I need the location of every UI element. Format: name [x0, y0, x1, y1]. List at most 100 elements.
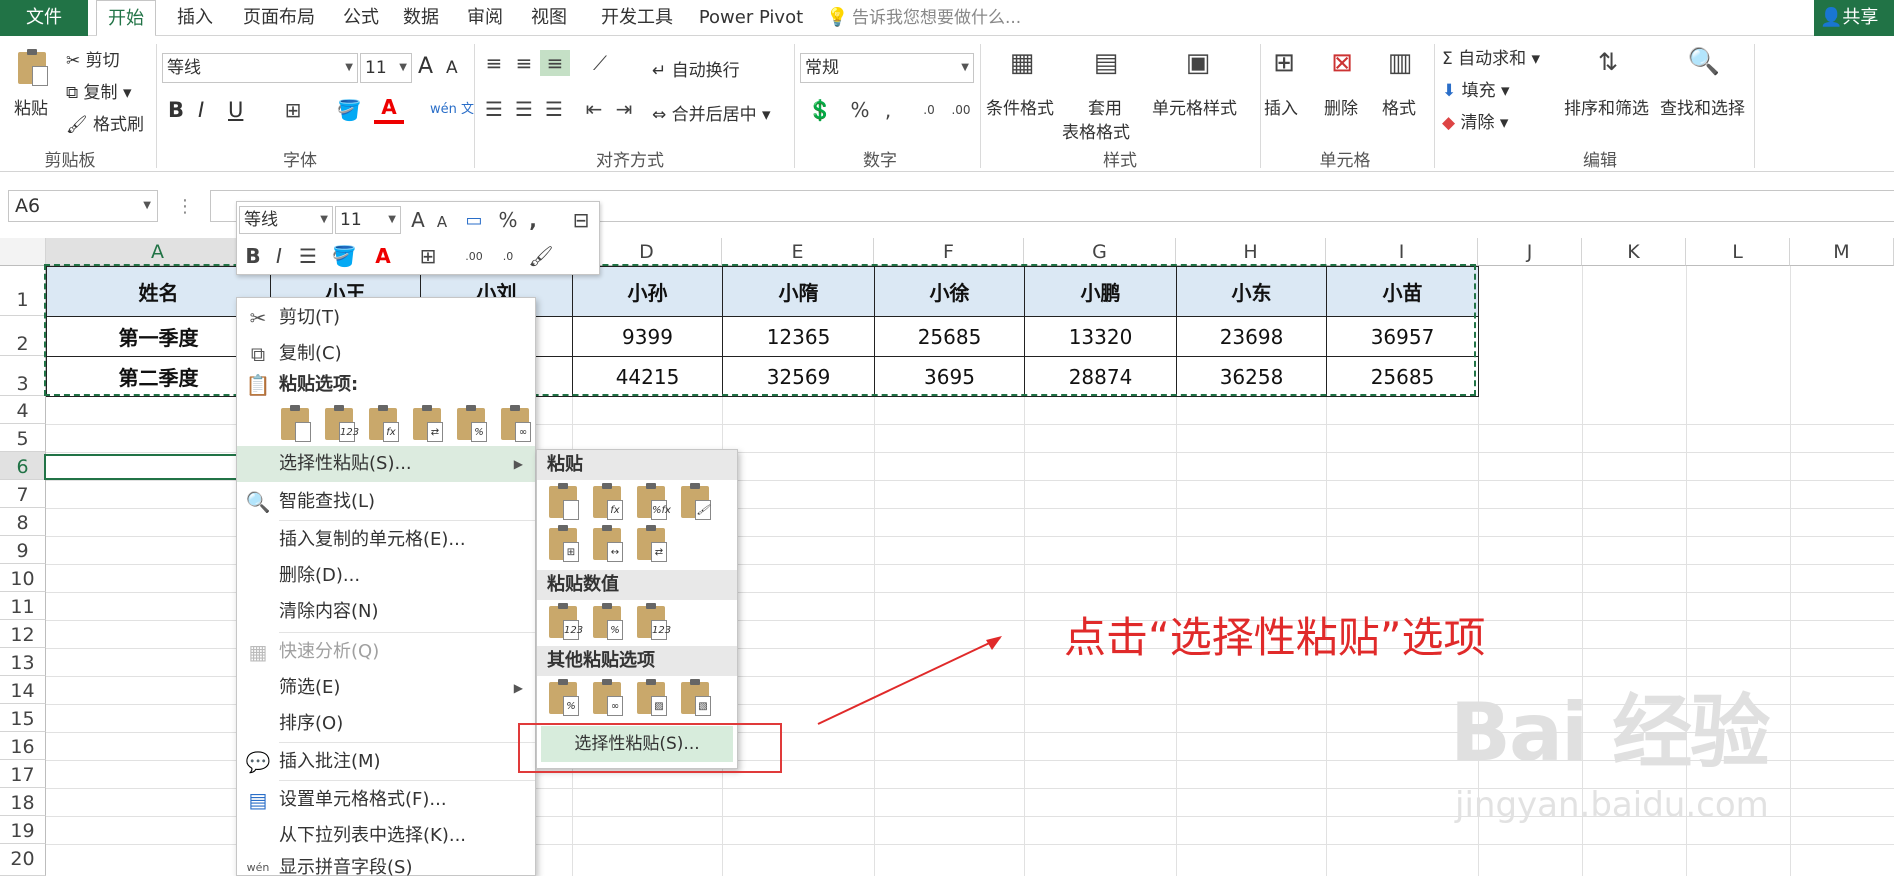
row-header[interactable]: 8 — [0, 508, 46, 536]
grow-font-icon[interactable]: A — [405, 206, 431, 234]
select-all-corner[interactable] — [0, 238, 46, 266]
menu-item-insert-copied[interactable]: 插入复制的单元格(E)... — [237, 522, 535, 558]
column-header[interactable]: L — [1686, 238, 1790, 266]
align-left-icon[interactable]: ☰ — [480, 96, 508, 122]
percent-icon[interactable]: % — [846, 96, 874, 124]
copy-button[interactable]: ⧉ 复制 ▾ — [66, 78, 131, 103]
comma-icon[interactable]: , — [523, 206, 543, 234]
align-right-icon[interactable]: ☰ — [540, 96, 568, 122]
align-bottom-icon[interactable]: ≡ — [540, 50, 570, 76]
align-middle-icon[interactable]: ≡ — [510, 50, 538, 76]
paste-transpose-icon[interactable]: ⇄ — [635, 525, 667, 562]
menu-item-sort[interactable]: 排序(O) — [237, 706, 535, 742]
fill-color-icon[interactable]: 🪣 — [329, 242, 359, 270]
row-header[interactable]: 1 — [0, 266, 46, 316]
menu-item-quick-analysis[interactable]: ▦ 快速分析(Q) — [237, 634, 535, 670]
active-cell[interactable] — [44, 454, 240, 480]
menu-item-pick-list[interactable]: 从下拉列表中选择(K)... — [237, 818, 535, 854]
autosum-button[interactable]: Σ 自动求和 ▾ — [1442, 44, 1540, 69]
paste-linked-picture-icon[interactable]: ▧ — [679, 679, 711, 716]
borders-icon[interactable]: ⊞ — [276, 96, 310, 124]
paste-values-icon[interactable]: 123 — [547, 603, 583, 640]
conditional-format-button[interactable]: 条件格式 — [986, 94, 1054, 119]
menu-item-phonetic[interactable]: wén 显示拼音字段(S) — [237, 850, 535, 876]
italic-button[interactable]: I — [198, 98, 204, 122]
insert-cells-button[interactable]: 插入 — [1264, 94, 1298, 119]
tab-home[interactable]: 开始 — [96, 0, 156, 37]
paste-link-icon[interactable]: ∞ — [499, 405, 531, 442]
format-cells-icon[interactable]: ▥ — [1378, 42, 1422, 84]
cell-styles-button[interactable]: 单元格样式 — [1152, 94, 1237, 119]
clear-button[interactable]: ◆ 清除 ▾ — [1442, 108, 1508, 133]
find-select-icon[interactable]: 🔍 — [1682, 40, 1726, 84]
row-header[interactable]: 16 — [0, 732, 46, 760]
paste-icon[interactable] — [279, 405, 311, 442]
bold-icon[interactable]: B — [241, 242, 265, 270]
menu-item-delete[interactable]: 删除(D)... — [237, 558, 535, 594]
increase-indent-icon[interactable]: ⇥ — [610, 96, 638, 122]
font-name-combo[interactable]: 等线 ▼ — [162, 53, 358, 83]
row-header[interactable]: 20 — [0, 844, 46, 876]
align-center-icon[interactable]: ☰ — [510, 96, 538, 122]
increase-decimal-icon[interactable]: .0 — [914, 96, 944, 124]
font-color-icon[interactable]: A — [374, 94, 404, 124]
paste-no-borders-icon[interactable]: ⊞ — [547, 525, 579, 562]
row-header[interactable]: 18 — [0, 788, 46, 816]
row-header[interactable]: 4 — [0, 396, 46, 424]
row-header[interactable]: 3 — [0, 356, 46, 396]
paste-button[interactable]: 粘贴 — [14, 94, 48, 119]
mini-size-combo[interactable]: 11 ▼ — [335, 206, 401, 234]
tab-power-pivot[interactable]: Power Pivot — [696, 0, 806, 36]
number-format-combo[interactable]: 常规 ▼ — [800, 53, 974, 83]
menu-item-smart-lookup[interactable]: 🔍 智能查找(L) — [237, 484, 535, 520]
paste-values-number-icon[interactable]: % — [591, 603, 623, 640]
column-header[interactable]: I — [1326, 238, 1478, 266]
format-cells-button[interactable]: 格式 — [1382, 94, 1416, 119]
decrease-decimal-icon[interactable]: .00 — [946, 96, 976, 124]
paintbrush-icon[interactable]: 🖌 — [527, 242, 555, 270]
column-header[interactable]: J — [1478, 238, 1582, 266]
column-header[interactable]: E — [722, 238, 874, 266]
format-as-table-icon[interactable]: ▤ — [1084, 42, 1128, 84]
paste-formatting-icon[interactable]: % — [455, 405, 487, 442]
column-header[interactable]: F — [874, 238, 1024, 266]
fill-color-icon[interactable]: 🪣 — [334, 96, 364, 124]
percent-icon[interactable]: % — [495, 206, 521, 234]
bold-button[interactable]: B — [168, 98, 184, 122]
merge-center-button[interactable]: ⇔ 合并后居中 ▾ — [652, 100, 771, 125]
menu-item-insert-comment[interactable]: 💬 插入批注(M) — [237, 744, 535, 780]
mini-font-combo[interactable]: 等线 ▼ — [239, 206, 333, 234]
comma-icon[interactable]: , — [876, 96, 900, 124]
paste-transpose-icon[interactable]: ⇄ — [411, 405, 443, 442]
format-painter-button[interactable]: 🖌 格式刷 — [66, 110, 144, 135]
row-header[interactable]: 5 — [0, 424, 46, 452]
column-header[interactable]: H — [1176, 238, 1326, 266]
increase-decimal-icon[interactable]: .00 — [459, 242, 489, 270]
underline-button[interactable]: U — [228, 98, 243, 122]
tab-developer[interactable]: 开发工具 — [592, 0, 682, 36]
font-size-combo[interactable]: 11 ▼ — [360, 53, 412, 83]
name-box[interactable]: A6 ▼ — [8, 190, 158, 222]
find-select-button[interactable]: 查找和选择 — [1660, 94, 1745, 119]
tab-formulas[interactable]: 公式 — [336, 0, 386, 36]
menu-item-filter[interactable]: 筛选(E) ▶ — [237, 670, 535, 706]
menu-item-clear[interactable]: 清除内容(N) — [237, 594, 535, 630]
row-header[interactable]: 15 — [0, 704, 46, 732]
paste-keep-source-icon[interactable]: 🖌 — [679, 483, 711, 520]
phonetic-button[interactable]: wén 文 — [430, 98, 474, 117]
italic-icon[interactable]: I — [267, 242, 291, 270]
shrink-font-icon[interactable]: A — [431, 208, 453, 236]
row-header[interactable]: 9 — [0, 536, 46, 564]
menu-item-cut[interactable]: ✂ 剪切(T) — [237, 300, 535, 336]
paste-formatting-icon[interactable]: % — [547, 679, 579, 716]
column-header[interactable]: M — [1790, 238, 1894, 266]
paste-col-width-icon[interactable]: ↔ — [591, 525, 623, 562]
paste-picture-icon[interactable]: ▨ — [635, 679, 667, 716]
paste-values-icon[interactable]: 123 — [323, 405, 359, 442]
format-as-table-button[interactable]: 套用 — [1088, 94, 1122, 119]
tab-review[interactable]: 审阅 — [460, 0, 510, 36]
column-header[interactable]: K — [1582, 238, 1686, 266]
orientation-icon[interactable]: ⟋ — [582, 50, 618, 76]
align-center-icon[interactable]: ☰ — [295, 242, 321, 270]
font-color-icon[interactable]: A — [369, 242, 397, 270]
